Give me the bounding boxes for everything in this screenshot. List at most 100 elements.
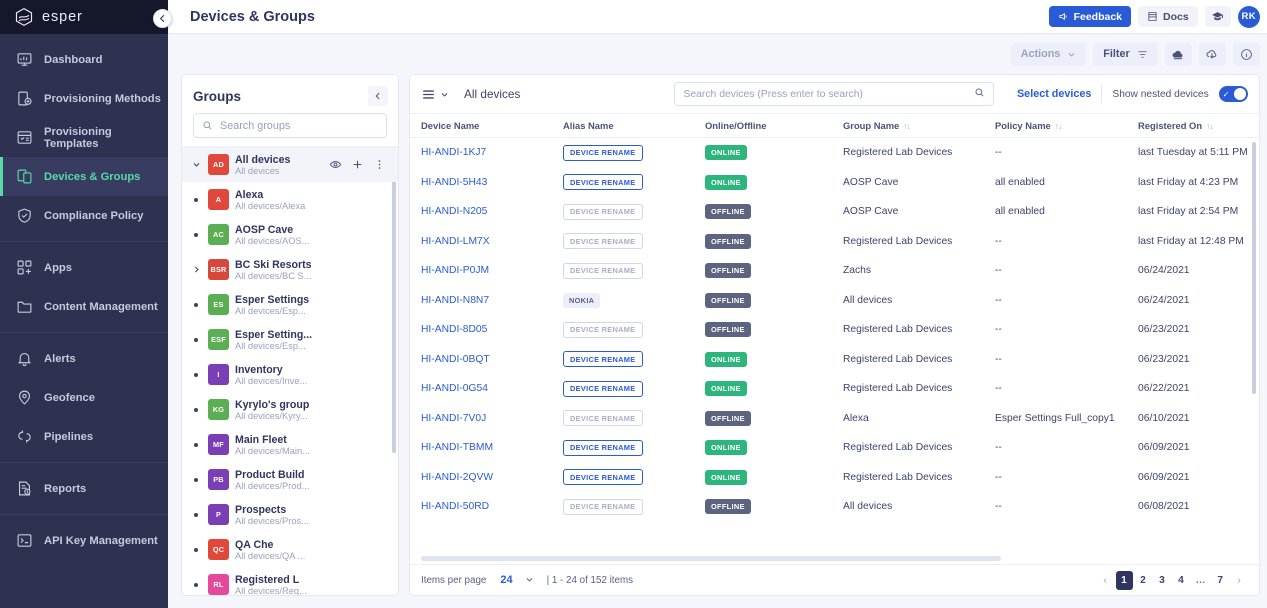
table-row[interactable]: HI-ANDI-50RD DEVICE RENAME OFFLINE All devi… [410, 492, 1259, 522]
group-row[interactable]: ES Esper Settings All devices/Esp... [182, 287, 398, 322]
sidebar-item-geofence[interactable]: Geofence [0, 378, 168, 417]
sidebar-item-pipelines[interactable]: Pipelines [0, 417, 168, 456]
plus-icon[interactable] [351, 158, 364, 171]
alias-badge[interactable]: DEVICE RENAME [563, 380, 643, 397]
alias-badge[interactable]: DEVICE RENAME [563, 321, 643, 338]
device-link[interactable]: HI-ANDI-0G54 [421, 383, 488, 394]
group-row[interactable]: BSR BC Ski Resorts All devices/BC S... [182, 252, 398, 287]
table-row[interactable]: HI-ANDI-8D05 DEVICE RENAME OFFLINE Register… [410, 315, 1259, 345]
table-row[interactable]: HI-ANDI-TBMM DEVICE RENAME ONLINE Registere… [410, 433, 1259, 463]
table-row[interactable]: HI-ANDI-LM7X DEVICE RENAME OFFLINE Register… [410, 227, 1259, 257]
table-row[interactable]: HI-ANDI-N8N7 NOKIA OFFLINE All devices -- 06/… [410, 286, 1259, 316]
column-header-registered-on[interactable]: Registered On ↑↓ [1138, 120, 1248, 131]
pagination-page[interactable]: 4 [1173, 571, 1190, 590]
view-mode-button[interactable] [421, 87, 449, 102]
group-row[interactable]: I Inventory All devices/Inve... [182, 357, 398, 392]
group-row[interactable]: MF Main Fleet All devices/Main... [182, 427, 398, 462]
training-button[interactable] [1204, 6, 1231, 27]
group-row[interactable]: KG Kyrylo's group All devices/Kyry... [182, 392, 398, 427]
sidebar-item-compliance-policy[interactable]: Compliance Policy [0, 196, 168, 235]
alias-badge[interactable]: DEVICE RENAME [563, 439, 643, 456]
alias-badge[interactable]: DEVICE RENAME [563, 233, 643, 250]
pagination-prev[interactable]: ‹ [1097, 571, 1114, 590]
table-row[interactable]: HI-ANDI-7V0J DEVICE RENAME OFFLINE Alexa Esp… [410, 404, 1259, 434]
device-link[interactable]: HI-ANDI-LM7X [421, 236, 490, 247]
sidebar-item-alerts[interactable]: Alerts [0, 339, 168, 378]
device-link[interactable]: HI-ANDI-50RD [421, 501, 489, 512]
sidebar-item-dashboard[interactable]: Dashboard [0, 40, 168, 79]
table-horizontal-scrollbar[interactable] [421, 556, 1001, 561]
group-row[interactable]: QC QA Che All devices/QA ... [182, 532, 398, 567]
group-row-all-devices[interactable]: AD All devices All devices [182, 147, 398, 182]
items-per-page-value[interactable]: 24 [500, 574, 512, 586]
device-link[interactable]: HI-ANDI-TBMM [421, 442, 493, 453]
group-row[interactable]: ESF Esper Setting... All devices/Esp... [182, 322, 398, 357]
device-link[interactable]: HI-ANDI-1KJ7 [421, 147, 486, 158]
sidebar-item-reports[interactable]: Reports [0, 469, 168, 508]
sidebar-item-provisioning-methods[interactable]: Provisioning Methods [0, 79, 168, 118]
pagination-page[interactable]: 1 [1115, 570, 1133, 590]
chevron-right-icon[interactable] [190, 265, 202, 274]
table-vertical-scrollbar[interactable] [1251, 142, 1256, 394]
sort-icon[interactable]: ↑↓ [903, 121, 910, 131]
items-per-page-dropdown[interactable] [525, 571, 534, 589]
sort-icon[interactable]: ↑↓ [1206, 121, 1213, 131]
groups-collapse-button[interactable] [368, 86, 388, 106]
device-link[interactable]: HI-ANDI-7V0J [421, 413, 486, 424]
table-row[interactable]: HI-ANDI-0BQT DEVICE RENAME ONLINE Registere… [410, 345, 1259, 375]
group-row[interactable]: P Prospects All devices/Pros... [182, 497, 398, 532]
user-avatar[interactable]: RK [1237, 5, 1260, 28]
pagination-page[interactable]: 2 [1135, 571, 1152, 590]
sidebar-item-apps[interactable]: Apps [0, 248, 168, 287]
docs-button[interactable]: Docs [1138, 6, 1198, 27]
group-row[interactable]: RL Registered L All devices/Reg... [182, 567, 398, 595]
device-link[interactable]: HI-ANDI-2QVW [421, 472, 493, 483]
eye-icon[interactable] [329, 158, 342, 171]
pagination-page[interactable]: 3 [1154, 571, 1171, 590]
device-link[interactable]: HI-ANDI-N205 [421, 206, 487, 217]
sidebar-item-provisioning-templates[interactable]: Provisioning Templates [0, 118, 168, 157]
table-row[interactable]: HI-ANDI-P0JM DEVICE RENAME OFFLINE Zachs -- 0… [410, 256, 1259, 286]
alias-badge[interactable]: DEVICE RENAME [563, 174, 643, 191]
pagination-page[interactable]: 7 [1212, 571, 1229, 590]
column-header-group-name[interactable]: Group Name ↑↓ [843, 120, 995, 131]
device-link[interactable]: HI-ANDI-8D05 [421, 324, 487, 335]
filter-button[interactable]: Filter [1093, 42, 1158, 66]
column-header-device-name[interactable]: Device Name [421, 120, 563, 131]
group-row[interactable]: A Alexa All devices/Alexa [182, 182, 398, 217]
group-row[interactable]: PB Product Build All devices/Prod... [182, 462, 398, 497]
alias-badge[interactable]: DEVICE RENAME [563, 498, 643, 515]
table-row[interactable]: HI-ANDI-5H43 DEVICE RENAME ONLINE AOSP Cave… [410, 168, 1259, 198]
device-link[interactable]: HI-ANDI-P0JM [421, 265, 489, 276]
device-search-input[interactable]: Search devices (Press enter to search) [674, 82, 995, 106]
sidebar-item-devices-groups[interactable]: Devices & Groups [0, 157, 168, 196]
search-icon[interactable] [974, 87, 985, 101]
column-header-policy-name[interactable]: Policy Name ↑↓ [995, 120, 1138, 131]
sidebar-item-api-key-management[interactable]: API Key Management [0, 521, 168, 560]
alias-badge[interactable]: DEVICE RENAME [563, 469, 643, 486]
device-link[interactable]: HI-ANDI-5H43 [421, 177, 487, 188]
table-row[interactable]: HI-ANDI-0G54 DEVICE RENAME ONLINE Registere… [410, 374, 1259, 404]
show-nested-toggle[interactable]: ✓ [1218, 86, 1248, 102]
feedback-button[interactable]: Feedback [1048, 6, 1132, 27]
download-button[interactable] [1198, 42, 1226, 66]
sidebar-item-content-management[interactable]: Content Management [0, 287, 168, 326]
column-header-alias-name[interactable]: Alias Name [563, 120, 705, 131]
device-link[interactable]: HI-ANDI-N8N7 [421, 295, 489, 306]
table-row[interactable]: HI-ANDI-2QVW DEVICE RENAME ONLINE Registere… [410, 463, 1259, 493]
info-button[interactable] [1232, 42, 1260, 66]
alias-badge[interactable]: DEVICE RENAME [563, 410, 643, 427]
select-devices-link[interactable]: Select devices [1017, 88, 1091, 100]
alias-badge[interactable]: DEVICE RENAME [563, 262, 643, 279]
actions-dropdown[interactable]: Actions [1010, 42, 1087, 66]
group-row[interactable]: AC AOSP Cave All devices/AOS... [182, 217, 398, 252]
table-row[interactable]: HI-ANDI-N205 DEVICE RENAME OFFLINE AOSP Cav… [410, 197, 1259, 227]
group-search-input[interactable]: Search groups [193, 113, 387, 138]
sort-icon[interactable]: ↑↓ [1055, 121, 1062, 131]
chevron-down-icon[interactable] [190, 160, 202, 169]
upload-button[interactable] [1164, 42, 1192, 66]
alias-badge[interactable]: DEVICE RENAME [563, 203, 643, 220]
alias-badge[interactable]: DEVICE RENAME [563, 144, 643, 161]
alias-badge[interactable]: DEVICE RENAME [563, 351, 643, 368]
table-row[interactable]: HI-ANDI-1KJ7 DEVICE RENAME ONLINE Registere… [410, 138, 1259, 168]
